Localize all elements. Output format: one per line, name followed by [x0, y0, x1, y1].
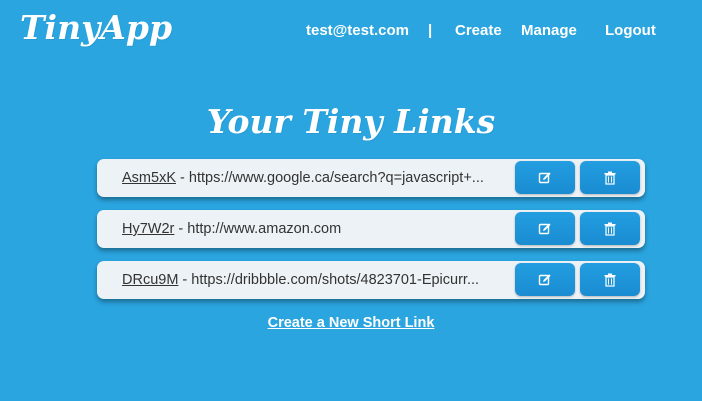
link-dash: -: [178, 272, 192, 288]
trash-icon: [604, 171, 616, 185]
edit-button[interactable]: [515, 263, 575, 296]
short-url-link[interactable]: DRcu9M: [122, 272, 178, 288]
edit-icon: [538, 222, 552, 236]
links-list: Asm5xK - https://www.google.ca/search?q=…: [97, 159, 645, 312]
nav-separator: |: [428, 22, 433, 39]
page-title: Your Tiny Links: [206, 102, 496, 141]
link-row: Hy7W2r - http://www.amazon.com: [97, 210, 645, 248]
link-dash: -: [176, 170, 189, 186]
link-text: Hy7W2r - http://www.amazon.com: [122, 210, 512, 248]
nav-create-link[interactable]: Create: [455, 22, 502, 40]
edit-button[interactable]: [515, 212, 575, 245]
long-url: http://www.amazon.com: [187, 221, 342, 237]
long-url: https://dribbble.com/shots/4823701-Epicu…: [191, 272, 480, 288]
short-url-link[interactable]: Hy7W2r: [122, 221, 174, 237]
user-email: test@test.com: [306, 22, 409, 39]
trash-icon: [604, 222, 616, 236]
trash-icon: [604, 273, 616, 287]
edit-icon: [538, 273, 552, 287]
nav-manage-link[interactable]: Manage: [521, 22, 577, 40]
short-url-link[interactable]: Asm5xK: [122, 170, 176, 186]
delete-button[interactable]: [580, 212, 640, 245]
link-row: Asm5xK - https://www.google.ca/search?q=…: [97, 159, 645, 197]
long-url: https://www.google.ca/search?q=javascrip…: [188, 170, 484, 186]
delete-button[interactable]: [580, 161, 640, 194]
link-dash: -: [174, 221, 188, 237]
edit-icon: [538, 171, 552, 185]
link-text: DRcu9M - https://dribbble.com/shots/4823…: [122, 261, 512, 299]
delete-button[interactable]: [580, 263, 640, 296]
link-text: Asm5xK - https://www.google.ca/search?q=…: [122, 159, 512, 197]
edit-button[interactable]: [515, 161, 575, 194]
create-new-short-link[interactable]: Create a New Short Link: [268, 315, 435, 331]
logo[interactable]: TinyApp: [20, 6, 172, 50]
link-row: DRcu9M - https://dribbble.com/shots/4823…: [97, 261, 645, 299]
nav-logout-link[interactable]: Logout: [605, 22, 656, 40]
create-new-link-container: Create a New Short Link: [0, 314, 702, 332]
